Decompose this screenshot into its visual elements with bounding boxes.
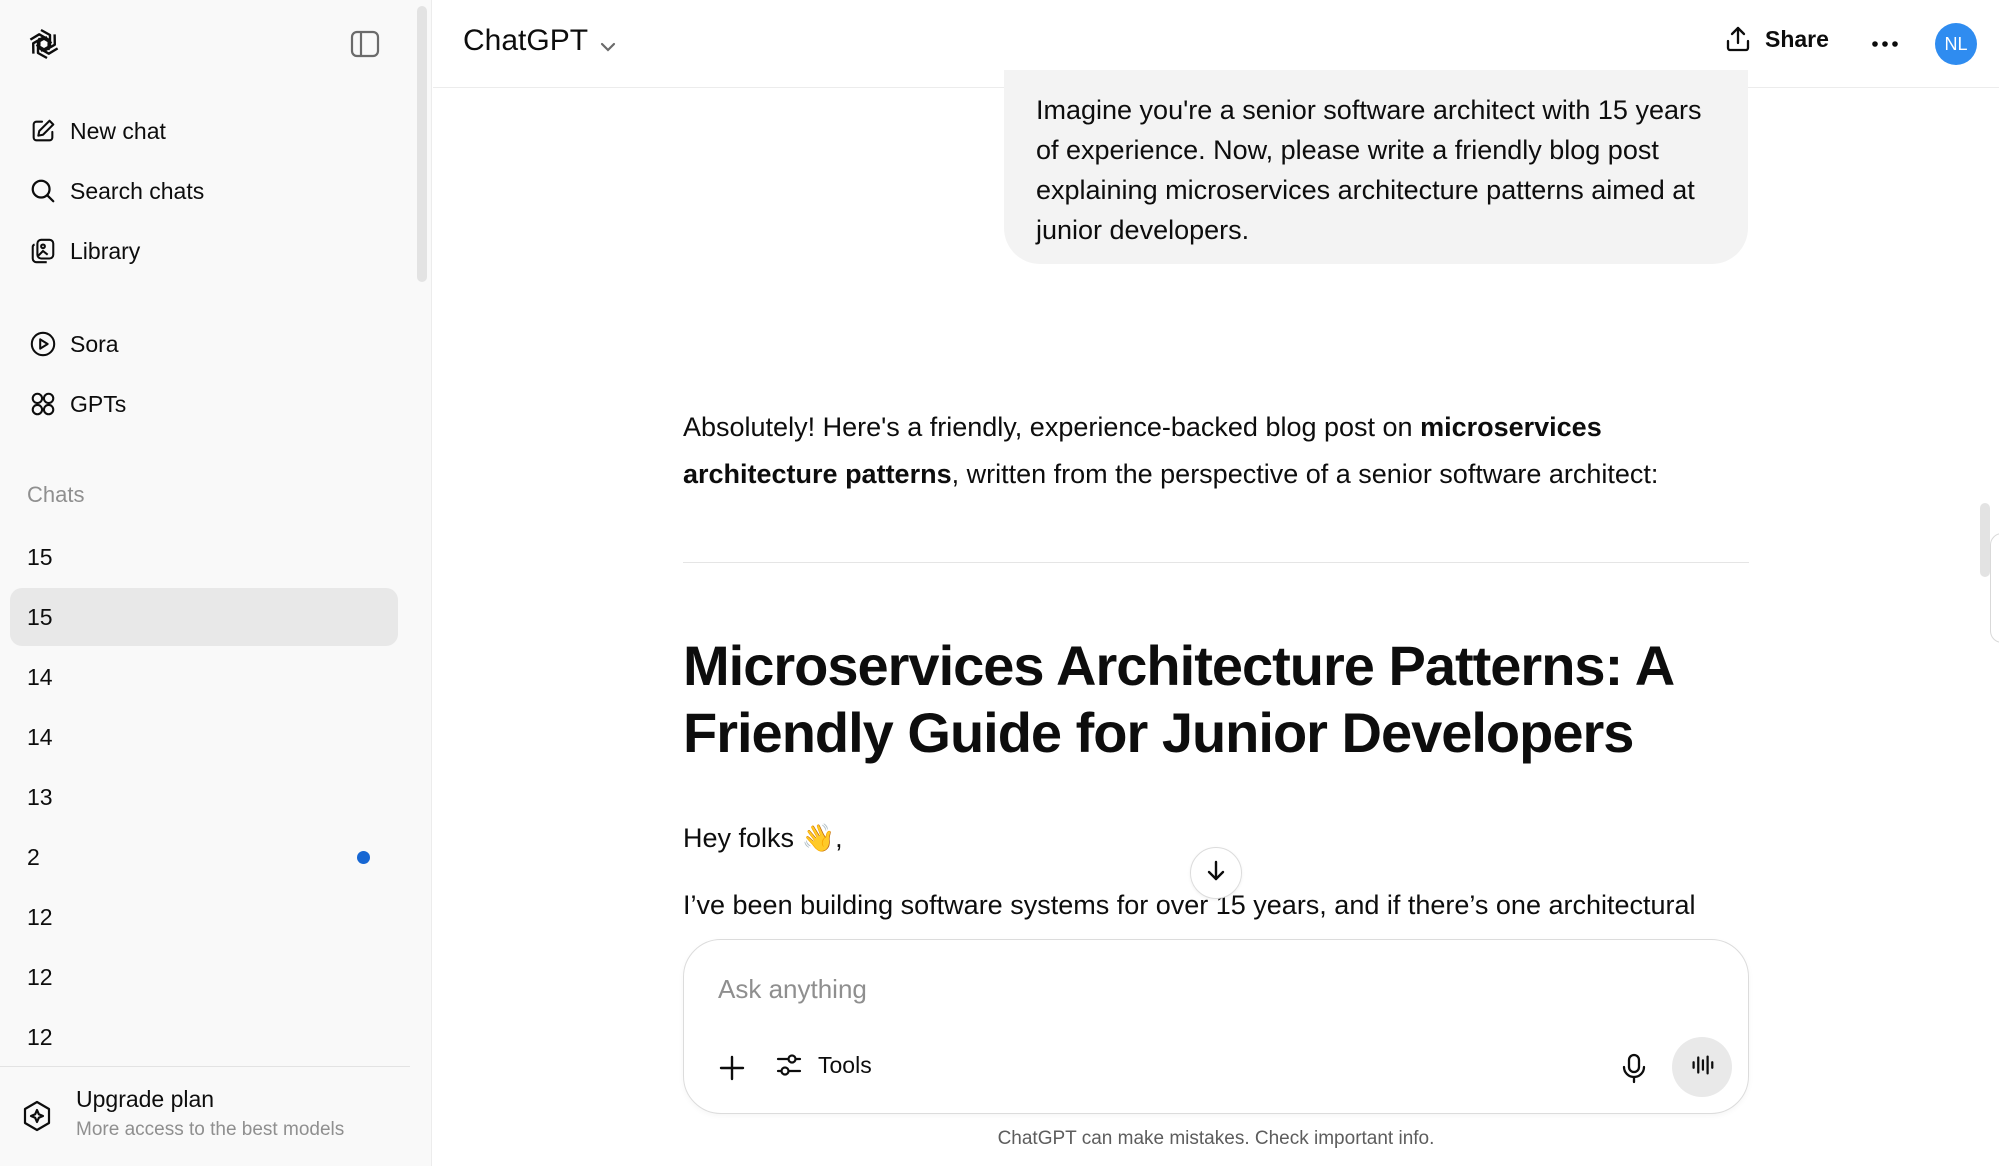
- openai-logo-icon[interactable]: [24, 24, 64, 64]
- chat-list-item[interactable]: 13: [10, 768, 398, 826]
- share-label: Share: [1765, 25, 1829, 52]
- upgrade-plan-title: Upgrade plan: [76, 1086, 215, 1112]
- upgrade-plan-button[interactable]: Upgrade plan More access to the best mod…: [20, 1086, 410, 1152]
- chat-list-item[interactable]: 2: [10, 828, 398, 886]
- waveform-icon: [1688, 1051, 1716, 1084]
- chat-list-item[interactable]: 15: [10, 528, 398, 586]
- search-chats-label: Search chats: [70, 177, 205, 204]
- scroll-to-bottom-button[interactable]: [1190, 847, 1242, 899]
- search-icon: [28, 176, 58, 206]
- chat-title: 14: [27, 723, 53, 750]
- new-chat-label: New chat: [70, 117, 166, 144]
- sidebar: New chat Search chats Library Sora GPTs …: [0, 0, 432, 1166]
- chat-list-item[interactable]: 12: [10, 948, 398, 1006]
- chat-title: 15: [27, 603, 53, 630]
- microphone-icon[interactable]: [1616, 1050, 1652, 1086]
- new-chat-button[interactable]: New chat: [10, 103, 398, 159]
- sliders-icon: [774, 1050, 804, 1080]
- plus-icon[interactable]: [714, 1050, 750, 1086]
- intro-prefix: Absolutely! Here's a friendly, experienc…: [683, 412, 1421, 442]
- side-panel-edge[interactable]: [1990, 533, 1999, 643]
- chat-list-item[interactable]: 12: [10, 1008, 398, 1066]
- share-upload-icon: [1723, 24, 1753, 54]
- library-button[interactable]: Library: [10, 223, 398, 279]
- search-chats-button[interactable]: Search chats: [10, 163, 398, 219]
- chats-section-label: Chats: [27, 482, 85, 507]
- library-icon: [28, 236, 58, 266]
- horizontal-rule: [683, 562, 1749, 563]
- upgrade-plan-subtitle: More access to the best models: [76, 1119, 345, 1140]
- gpts-label: GPTs: [70, 390, 127, 417]
- chevron-down-icon: [598, 31, 618, 52]
- disclaimer-text: ChatGPT can make mistakes. Check importa…: [997, 1128, 1435, 1149]
- chat-title: 14: [27, 663, 53, 690]
- library-label: Library: [70, 237, 141, 264]
- sidebar-toggle-icon[interactable]: [348, 28, 382, 60]
- chat-title: 12: [27, 1023, 53, 1050]
- chat-list-item[interactable]: 14: [10, 708, 398, 766]
- edit-icon: [28, 116, 58, 146]
- user-avatar[interactable]: NL: [1935, 23, 1977, 65]
- sora-label: Sora: [70, 330, 119, 357]
- gpts-button[interactable]: GPTs: [10, 376, 398, 432]
- arrow-down-icon: [1203, 858, 1229, 889]
- chat-title: 12: [27, 903, 53, 930]
- sora-button[interactable]: Sora: [10, 316, 398, 372]
- sidebar-divider: [0, 1066, 410, 1067]
- chat-title: 15: [27, 543, 53, 570]
- chat-title: 2: [27, 843, 40, 870]
- gpts-grid-icon: [28, 389, 58, 419]
- intro-suffix: , written from the perspective of a seni…: [951, 459, 1659, 489]
- blog-post-title: Microservices Architecture Patterns: A F…: [683, 634, 1673, 764]
- more-options-icon[interactable]: [1867, 30, 1903, 58]
- share-button[interactable]: Share: [1723, 24, 1829, 54]
- page-scrollbar[interactable]: [1980, 503, 1990, 577]
- prompt-input[interactable]: Ask anything: [718, 974, 867, 1005]
- voice-mode-button[interactable]: [1672, 1037, 1732, 1097]
- unread-indicator: [357, 851, 370, 864]
- chat-list-item[interactable]: 12: [10, 888, 398, 946]
- tools-label: Tools: [818, 1051, 872, 1078]
- message-composer: Ask anything Tools: [683, 939, 1749, 1114]
- play-icon: [28, 329, 58, 359]
- assistant-intro: Absolutely! Here's a friendly, experienc…: [683, 404, 1753, 498]
- chat-title: 13: [27, 783, 53, 810]
- chat-list-item-active[interactable]: 15: [10, 588, 398, 646]
- chat-list-item[interactable]: 14: [10, 648, 398, 706]
- sidebar-scrollbar[interactable]: [417, 6, 427, 282]
- chat-title: 12: [27, 963, 53, 990]
- model-selector[interactable]: ChatGPT: [463, 24, 618, 58]
- user-message: Imagine you're a senior software archite…: [1004, 70, 1748, 264]
- blog-greeting: Hey folks 👋,: [683, 823, 843, 853]
- tools-button[interactable]: Tools: [774, 1050, 872, 1080]
- model-name: ChatGPT: [463, 24, 589, 57]
- upgrade-sparkle-icon: [20, 1099, 54, 1133]
